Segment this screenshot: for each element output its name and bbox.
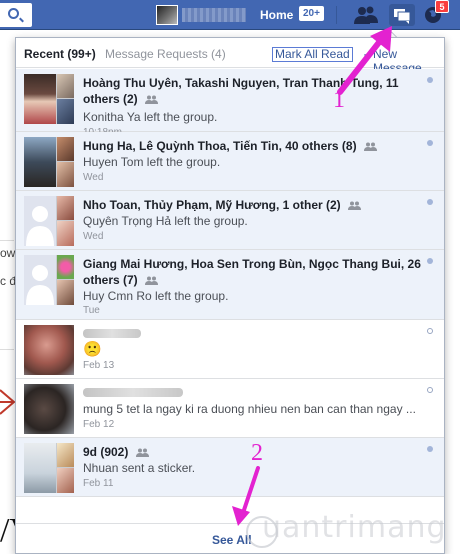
conversation-time: Feb 12 [83, 419, 115, 430]
conversation-row[interactable]: Nho Toan, Thủy Phạm, Mỹ Hương, 1 other (… [16, 191, 444, 250]
conversation-title: Giang Mai Hương, Hoa Sen Trong Bùn, Ngọc… [83, 256, 423, 288]
tab-message-requests[interactable]: Message Requests (4) [105, 47, 226, 61]
home-link[interactable]: Home [260, 8, 293, 22]
default-avatar-icon [24, 196, 56, 246]
avatar [24, 255, 74, 305]
search-icon [8, 8, 19, 19]
conversation-snippet: Nhuan sent a sticker. [83, 461, 196, 475]
profile-avatar[interactable] [156, 5, 178, 25]
search-button[interactable] [0, 3, 32, 27]
mark-as-read-dot[interactable] [427, 258, 433, 264]
conversation-name-blurred [83, 388, 183, 397]
conversation-time: Tue [83, 305, 100, 316]
background-text-fragment: c đ [0, 274, 17, 288]
avatar [24, 384, 74, 434]
conversation-list: Hoàng Thu Uyên, Takashi Nguyen, Tran Tha… [16, 69, 444, 497]
mark-as-read-dot[interactable] [427, 77, 433, 83]
conversation-time: Wed [83, 231, 104, 242]
avatar [24, 137, 74, 187]
conversation-snippet: Huy Cmn Ro left the group. [83, 289, 229, 303]
group-icon [363, 142, 377, 151]
conversation-time: Feb 13 [83, 360, 115, 371]
conversation-time: Feb 11 [83, 478, 114, 489]
conversation-participants: Nho Toan, Thủy Phạm, Mỹ Hương, 1 other (… [83, 198, 341, 212]
conversation-snippet: Quyên Trọng Hả left the group. [83, 214, 248, 228]
group-icon [348, 201, 362, 210]
profile-name-blurred[interactable] [182, 8, 246, 22]
conversation-row[interactable]: mung 5 tet la ngay ki ra duong nhieu nen… [16, 379, 444, 438]
conversation-row[interactable]: 🙁 Feb 13 [16, 320, 444, 379]
group-icon [135, 448, 149, 457]
mark-as-unread-dot[interactable] [427, 387, 433, 393]
avatar [24, 74, 74, 124]
conversation-row[interactable]: Giang Mai Hương, Hoa Sen Trong Bùn, Ngọc… [16, 250, 444, 320]
mark-as-unread-dot[interactable] [427, 328, 433, 334]
conversation-snippet: 🙁 [83, 341, 102, 358]
conversation-row[interactable]: Hung Ha, Lê Quỳnh Thoa, Tiến Tin, 40 oth… [16, 132, 444, 191]
annotation-label-1: 1 [333, 87, 345, 113]
conversation-title: Hung Ha, Lê Quỳnh Thoa, Tiến Tin, 40 oth… [83, 138, 423, 154]
mark-as-read-dot[interactable] [427, 140, 433, 146]
background-text-fragment: ow [0, 246, 16, 260]
mark-as-read-dot[interactable] [427, 446, 433, 452]
conversation-title: Nho Toan, Thủy Phạm, Mỹ Hương, 1 other (… [83, 197, 423, 213]
conversation-time: Wed [83, 172, 104, 183]
conversation-participants: Hung Ha, Lê Quỳnh Thoa, Tiến Tin, 40 oth… [83, 139, 357, 153]
mark-as-read-dot[interactable] [427, 199, 433, 205]
conversation-participants: Giang Mai Hương, Hoa Sen Trong Bùn, Ngọc… [83, 257, 421, 287]
group-icon [145, 95, 159, 104]
avatar [24, 196, 74, 246]
default-avatar-icon [24, 255, 56, 305]
tab-recent[interactable]: Recent (99+) [24, 47, 96, 61]
avatar [24, 443, 74, 493]
conversation-snippet: Konitha Ya left the group. [83, 110, 218, 124]
conversation-participants: 9d (902) [83, 445, 129, 459]
background-logo-fragment [0, 389, 16, 415]
conversation-snippet: mung 5 tet la ngay ki ra duong nhieu nen… [83, 402, 416, 416]
conversation-name-blurred [83, 329, 141, 338]
home-count-badge: 20+ [299, 6, 324, 21]
group-icon [145, 276, 159, 285]
avatar [24, 325, 74, 375]
notifications-count-badge: 5 [435, 0, 449, 13]
watermark-text: uantrimang [262, 510, 447, 545]
annotation-label-2: 2 [251, 440, 263, 466]
conversation-snippet: Huyen Tom left the group. [83, 155, 221, 169]
